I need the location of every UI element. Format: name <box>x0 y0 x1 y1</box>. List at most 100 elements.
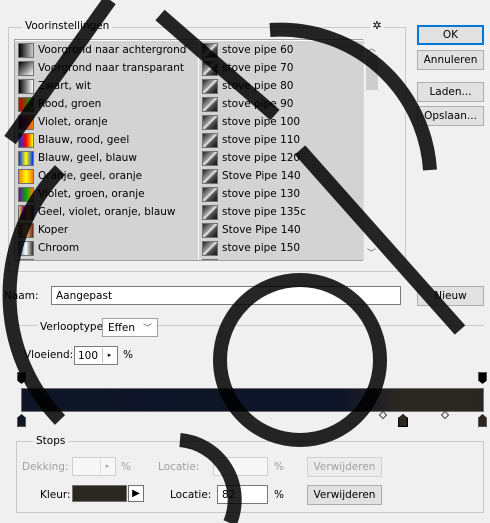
preset-item-right[interactable]: stove pipe 80 <box>199 77 365 95</box>
location-top-unit: % <box>274 461 284 473</box>
gradient-type-select[interactable]: Effen ﹀ <box>102 318 158 337</box>
opacity-stop-left-icon[interactable] <box>17 372 26 384</box>
preset-label: Stove Pipe 140 <box>222 170 301 182</box>
color-stop-left-icon[interactable] <box>17 414 26 427</box>
preset-item-left[interactable]: Blauw, geel, blauw <box>15 149 199 167</box>
preset-label: Violet, groen, oranje <box>38 188 145 200</box>
gradient-swatch-icon <box>18 258 34 260</box>
preset-item-left[interactable]: Oranje, geel, oranje <box>15 167 199 185</box>
preset-label: Blauw, rood, geel <box>38 134 130 146</box>
preset-item-left[interactable]: Zwart, wit <box>15 77 199 95</box>
load-button[interactable]: Laden... <box>417 82 484 102</box>
gradient-type-value: Effen <box>108 321 135 334</box>
preset-item-right[interactable]: stove pipe 120 <box>199 149 365 167</box>
preset-label: Geel, violet, oranje, blauw <box>38 206 176 218</box>
preset-row[interactable]: Voorgrond naar achtergrond stove pipe 60 <box>15 41 365 59</box>
preset-row[interactable]: Violet, groen, oranje stove pipe 130 <box>15 185 365 203</box>
color-arrow-icon[interactable]: ▶ <box>128 485 144 502</box>
preset-item-left[interactable]: Blauw, rood, geel <box>15 131 199 149</box>
gradient-swatch-icon <box>202 204 218 220</box>
preset-row[interactable]: Voorgrond naar transparant stove pipe 70 <box>15 59 365 77</box>
color-stop-right-icon[interactable] <box>478 414 487 427</box>
preset-item-left[interactable]: Chroom <box>15 239 199 257</box>
preset-item-right[interactable]: stove pipe 155b <box>199 257 365 260</box>
preset-label: stove pipe 90 <box>222 98 294 110</box>
scroll-down-icon[interactable]: ﹀ <box>367 246 376 259</box>
preset-label: Zwart, wit <box>38 80 91 92</box>
preset-row[interactable]: Geel, violet, oranje, blauw stove pipe 13… <box>15 203 365 221</box>
gear-icon[interactable]: ✲ <box>370 19 384 33</box>
scroll-up-icon[interactable]: ︿ <box>367 41 376 54</box>
opacity-stop-right-icon[interactable] <box>478 372 487 384</box>
midpoint-diamond-icon[interactable] <box>378 410 388 420</box>
gradient-preview[interactable] <box>21 388 484 412</box>
preset-item-left[interactable]: Koper <box>15 221 199 239</box>
name-field[interactable]: Aangepast <box>51 286 401 305</box>
preset-item-right[interactable]: stove pipe 150 <box>199 239 365 257</box>
delete-color-stop-button[interactable]: Verwijderen <box>307 485 382 505</box>
preset-row[interactable]: Violet, oranje stove pipe 100 <box>15 113 365 131</box>
midpoint-diamond-icon[interactable] <box>440 410 450 420</box>
preset-label: stove pipe 60 <box>222 44 294 56</box>
new-button[interactable]: Nieuw <box>417 286 484 306</box>
gradient-swatch-icon <box>18 222 34 238</box>
preset-label: stove pipe 100 <box>222 116 301 128</box>
preset-item-right[interactable]: stove pipe 100 <box>199 113 365 131</box>
ok-button[interactable]: OK <box>417 25 484 45</box>
preset-item-right[interactable]: Stove Pipe 140 <box>199 221 365 239</box>
preset-item-left[interactable]: Spectrum <box>15 257 199 260</box>
preset-label: Koper <box>38 224 69 236</box>
preset-row[interactable]: Koper Stove Pipe 140 <box>15 221 365 239</box>
preset-row[interactable]: Blauw, geel, blauw stove pipe 120 <box>15 149 365 167</box>
gradient-type-label: Verlooptype: <box>37 321 110 333</box>
preset-item-right[interactable]: stove pipe 130 <box>199 185 365 203</box>
preset-row[interactable]: Blauw, rood, geel stove pipe 110 <box>15 131 365 149</box>
cancel-button[interactable]: Annuleren <box>417 50 484 70</box>
preset-item-right[interactable]: stove pipe 60 <box>199 41 365 59</box>
preset-item-right[interactable]: stove pipe 90 <box>199 95 365 113</box>
gradient-swatch-icon <box>18 168 34 184</box>
smoothness-field[interactable]: 100 ▸ <box>74 346 118 365</box>
preset-item-left[interactable]: Voorgrond naar achtergrond <box>15 41 199 59</box>
color-label: Kleur: <box>40 489 71 501</box>
gradient-swatch-icon <box>202 150 218 166</box>
preset-item-right[interactable]: stove pipe 70 <box>199 59 365 77</box>
scroll-thumb[interactable] <box>366 55 378 90</box>
smoothness-unit: % <box>123 349 133 361</box>
preset-label: Voorgrond naar achtergrond <box>38 44 187 56</box>
color-swatch[interactable] <box>72 485 127 502</box>
preset-item-left[interactable]: Voorgrond naar transparant <box>15 59 199 77</box>
color-stop-selected-icon[interactable] <box>398 414 408 427</box>
preset-item-right[interactable]: stove pipe 135c <box>199 203 365 221</box>
preset-row[interactable]: Chroom stove pipe 150 <box>15 239 365 257</box>
preset-label: stove pipe 110 <box>222 134 301 146</box>
preset-item-left[interactable]: Rood, groen <box>15 95 199 113</box>
preset-item-left[interactable]: Violet, groen, oranje <box>15 185 199 203</box>
preset-scrollbar[interactable]: ︿ ﹀ <box>363 39 380 261</box>
preset-label: stove pipe 150 <box>222 242 301 254</box>
preset-item-left[interactable]: Violet, oranje <box>15 113 199 131</box>
preset-label: Voorgrond naar transparant <box>38 62 184 74</box>
preset-item-right[interactable]: stove pipe 110 <box>199 131 365 149</box>
opacity-field: ▸ <box>72 457 116 476</box>
preset-item-left[interactable]: Geel, violet, oranje, blauw <box>15 203 199 221</box>
smoothness-arrow-icon[interactable]: ▸ <box>102 348 116 363</box>
preset-row[interactable]: Zwart, wit stove pipe 80 <box>15 77 365 95</box>
preset-row[interactable]: Rood, groen stove pipe 90 <box>15 95 365 113</box>
preset-row[interactable]: Oranje, geel, oranje Stove Pipe 140 <box>15 167 365 185</box>
preset-label: Chroom <box>38 242 80 254</box>
smoothness-label: Vloeiend: <box>24 349 74 361</box>
chevron-down-icon: ﹀ <box>142 324 152 334</box>
gradient-swatch-icon <box>202 240 218 256</box>
location-unit: % <box>274 489 284 501</box>
gradient-swatch-icon <box>202 114 218 130</box>
preset-label: stove pipe 130 <box>222 188 301 200</box>
gradient-swatch-icon <box>202 60 218 76</box>
save-button[interactable]: Opslaan... <box>417 106 484 126</box>
opacity-unit: % <box>121 461 131 473</box>
preset-item-right[interactable]: Stove Pipe 140 <box>199 167 365 185</box>
preset-list[interactable]: Voorgrond naar achtergrond stove pipe 60 V… <box>14 39 380 261</box>
location-field[interactable]: 82 <box>217 485 268 504</box>
gradient-swatch-icon <box>18 42 34 58</box>
preset-row[interactable]: Spectrum stove pipe 155b <box>15 257 365 260</box>
